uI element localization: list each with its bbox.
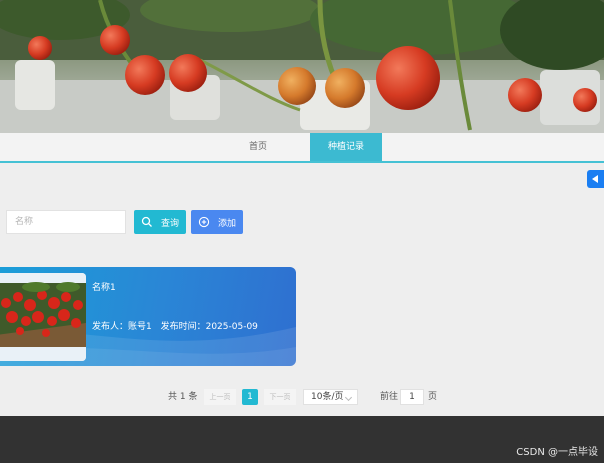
tomato-thumbnail bbox=[0, 273, 86, 361]
record-card[interactable]: 名称1 发布人：账号1 发布时间：2025-05-09 bbox=[0, 267, 296, 366]
pagination-goto-label: 前往 bbox=[380, 392, 399, 402]
query-button-label: 查询 bbox=[160, 218, 179, 229]
search-icon bbox=[141, 216, 153, 228]
page-size-select[interactable]: 10条/页 bbox=[303, 389, 358, 405]
pagination-total: 共 1 条 bbox=[168, 392, 198, 402]
side-collapse-tab[interactable] bbox=[587, 170, 604, 188]
pagination-page-1[interactable]: 1 bbox=[242, 389, 258, 405]
card-thumbnail-image[interactable] bbox=[0, 273, 86, 361]
card-meta: 发布人：账号1 发布时间：2025-05-09 bbox=[92, 319, 264, 332]
nav-item-planting-records[interactable]: 种植记录 bbox=[310, 133, 382, 161]
hero-banner bbox=[0, 0, 604, 133]
add-button[interactable]: 添加 bbox=[191, 210, 243, 234]
pagination-goto-input[interactable] bbox=[400, 389, 424, 405]
footer: CSDN @一点毕设 bbox=[0, 416, 604, 463]
card-publisher: 发布人：账号1 bbox=[92, 322, 152, 332]
card-name: 名称1 bbox=[92, 283, 116, 293]
pagination-prev-button[interactable]: 上一页 bbox=[204, 389, 236, 405]
plus-circle-icon bbox=[198, 216, 210, 228]
nav-item-home[interactable]: 首页 bbox=[232, 133, 284, 161]
card-publish-time: 发布时间：2025-05-09 bbox=[160, 322, 258, 332]
add-button-label: 添加 bbox=[217, 218, 236, 229]
csdn-watermark: CSDN @一点毕设 bbox=[516, 447, 598, 458]
query-button[interactable]: 查询 bbox=[134, 210, 186, 234]
pagination-page-unit: 页 bbox=[428, 392, 438, 402]
tomato-banner-image bbox=[0, 0, 604, 133]
pagination-next-button[interactable]: 下一页 bbox=[264, 389, 296, 405]
top-nav: 首页 种植记录 bbox=[0, 133, 604, 163]
name-search-input[interactable] bbox=[6, 210, 126, 234]
